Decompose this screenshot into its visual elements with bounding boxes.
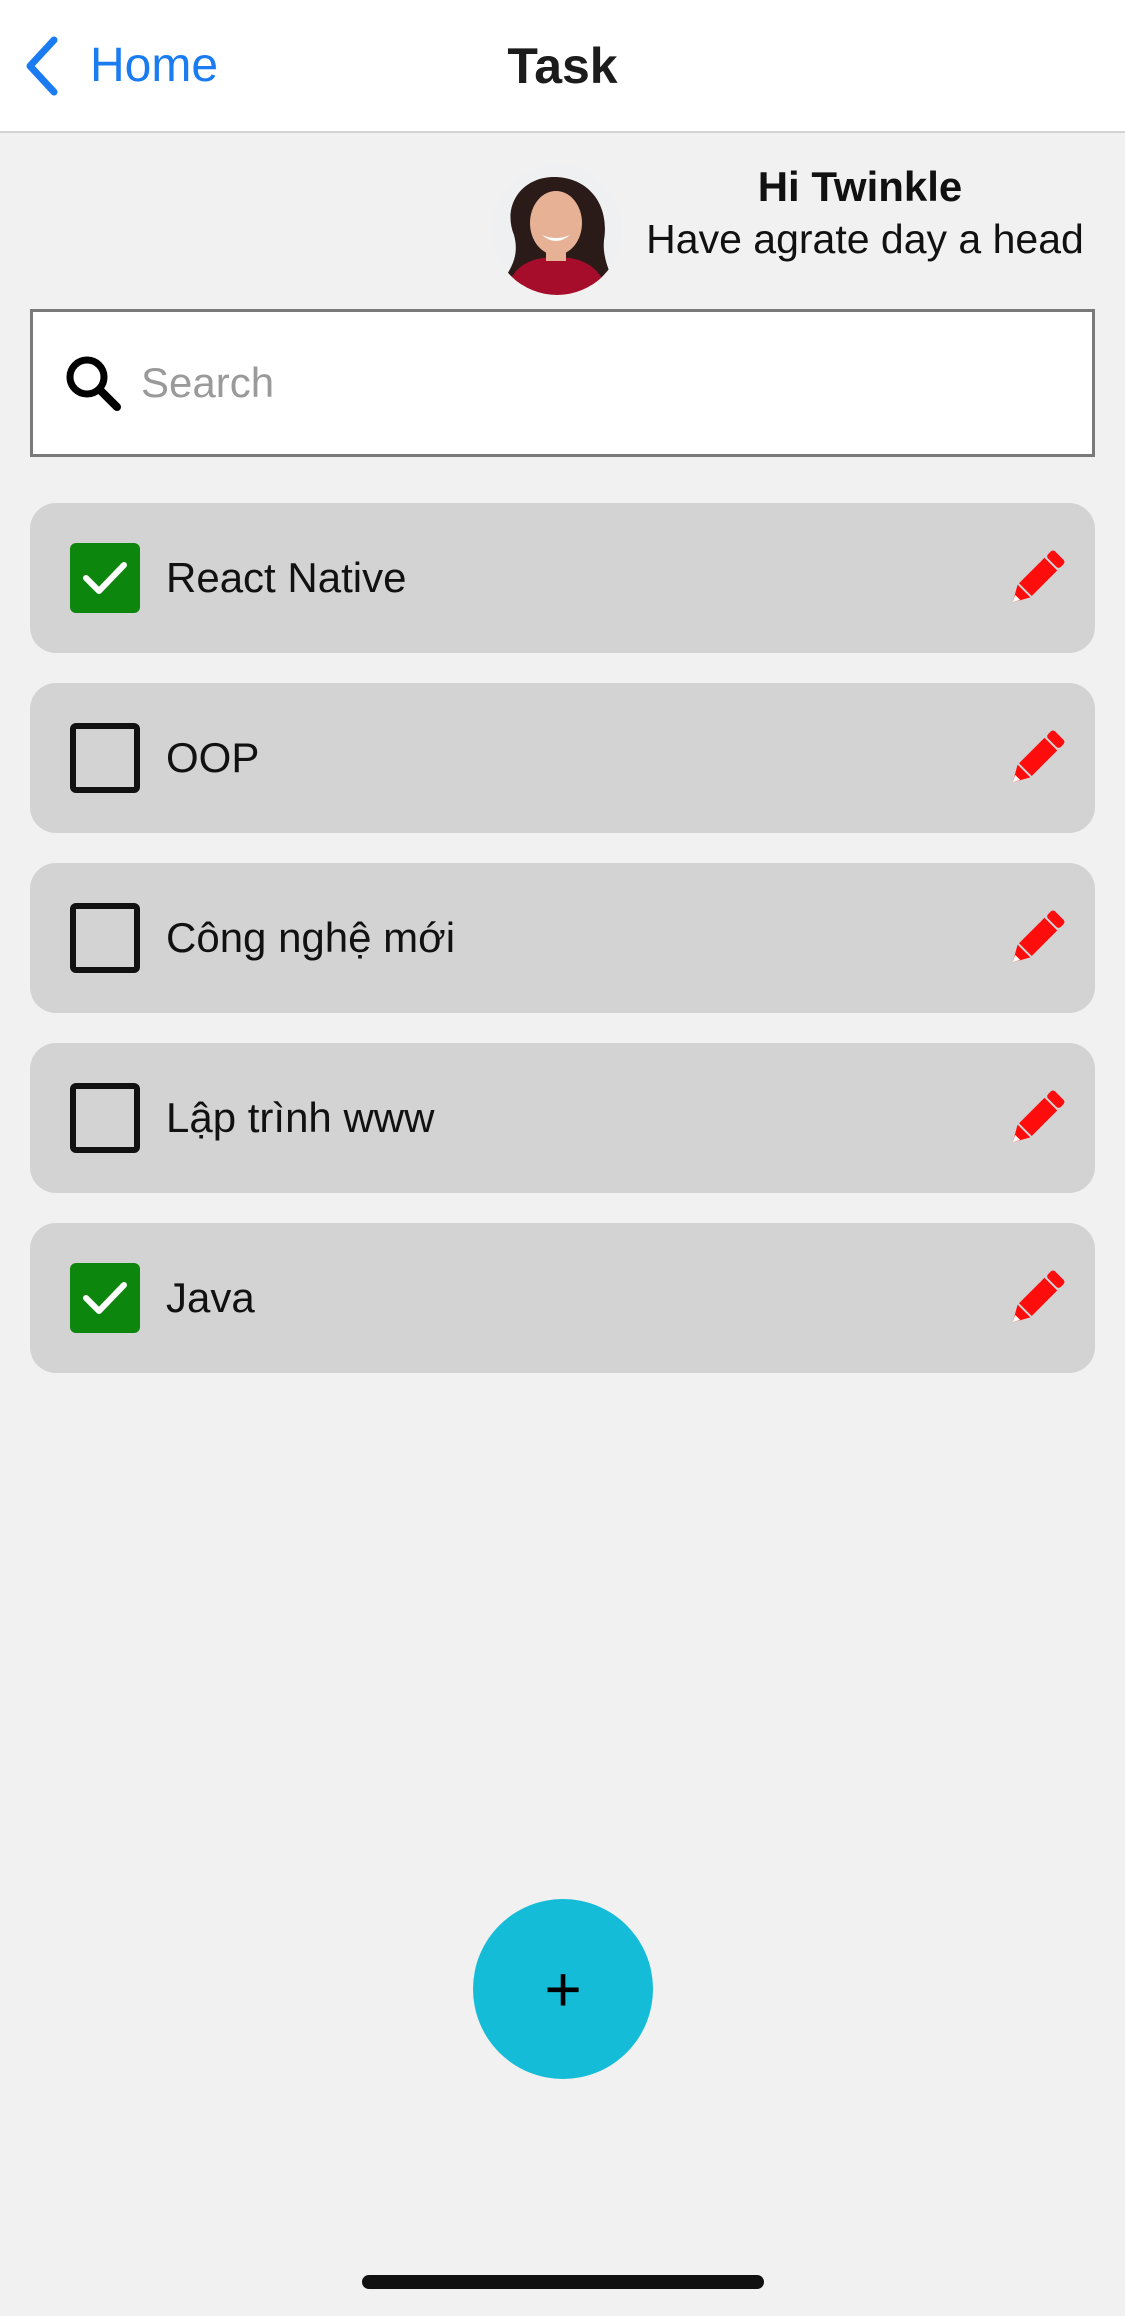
add-task-button[interactable]: + [473, 1899, 653, 2079]
task-label: Java [166, 1274, 255, 1321]
greeting-subtitle: Have agrate day a head [646, 216, 1084, 262]
task-checkbox[interactable] [70, 543, 140, 613]
task-item[interactable]: Java [30, 1223, 1095, 1373]
search-icon [66, 356, 121, 411]
pencil-icon[interactable] [1005, 548, 1067, 610]
pencil-icon[interactable] [1005, 728, 1067, 790]
task-checkbox[interactable] [70, 1263, 140, 1333]
task-list: React Native OOP Công nghệ mới Lập trình… [30, 503, 1095, 1403]
page-title: Task [507, 38, 618, 94]
greeting-name: Hi Twinkle [757, 163, 963, 210]
pencil-icon[interactable] [1005, 908, 1067, 970]
pencil-icon[interactable] [1005, 1088, 1067, 1150]
checkmark-icon [83, 1282, 127, 1314]
search-bar[interactable] [30, 309, 1095, 457]
home-indicator [362, 2275, 764, 2289]
task-item[interactable]: OOP [30, 683, 1095, 833]
avatar [492, 165, 622, 295]
plus-icon: + [544, 1953, 582, 2025]
task-label: Lập trình www [166, 1094, 435, 1141]
navigation-bar: Home Task [0, 0, 1125, 133]
task-item[interactable]: Lập trình www [30, 1043, 1095, 1193]
task-item[interactable]: React Native [30, 503, 1095, 653]
task-checkbox[interactable] [70, 1083, 140, 1153]
pencil-icon[interactable] [1005, 1268, 1067, 1330]
search-input[interactable] [141, 359, 1041, 407]
task-item[interactable]: Công nghệ mới [30, 863, 1095, 1013]
task-label: React Native [166, 554, 407, 601]
task-label: OOP [166, 734, 260, 781]
task-screen: Home Task Hi Twinkle Have agrate day a h… [0, 0, 1125, 2316]
task-checkbox[interactable] [70, 723, 140, 793]
task-checkbox[interactable] [70, 903, 140, 973]
task-label: Công nghệ mới [166, 914, 456, 961]
checkmark-icon [83, 562, 127, 594]
